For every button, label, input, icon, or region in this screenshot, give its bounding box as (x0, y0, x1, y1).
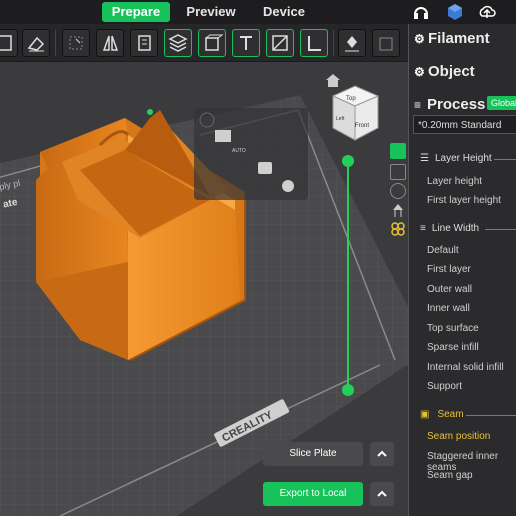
cube-icon[interactable] (198, 29, 226, 57)
export-to-local-button[interactable]: Export to Local (263, 482, 363, 506)
layer-icon[interactable] (164, 29, 192, 57)
line-width-icon: ≡ (420, 223, 426, 234)
arrange-icon[interactable] (96, 29, 124, 57)
setting-top-surface[interactable]: Top surface (427, 323, 479, 334)
strength-tab-icon[interactable] (390, 164, 406, 180)
setting-first-layer-height[interactable]: First layer height (427, 195, 501, 206)
layer-slider-bottom-handle[interactable] (342, 384, 354, 396)
svg-text:Left: Left (336, 116, 345, 122)
chevron-up-icon (377, 490, 387, 497)
slice-options-button[interactable] (370, 442, 394, 466)
view-cube[interactable]: Top Front Left (331, 85, 380, 141)
measure-icon[interactable] (300, 29, 328, 57)
group-seam: ▣ Seam (420, 409, 464, 420)
setting-inner-wall[interactable]: Inner wall (427, 303, 470, 314)
chevron-up-icon (377, 450, 387, 457)
seam-paint-icon[interactable] (372, 29, 400, 57)
tab-prepare[interactable]: Prepare (102, 2, 170, 22)
text-icon[interactable] (232, 29, 260, 57)
setting-first-layer[interactable]: First layer (427, 264, 471, 275)
layer-slider-top-handle[interactable] (342, 155, 354, 167)
tab-device[interactable]: Device (255, 2, 313, 22)
group-line-width: ≡ Line Width (420, 223, 480, 234)
setting-support[interactable]: Support (427, 381, 462, 392)
setting-outer-wall[interactable]: Outer wall (427, 284, 472, 295)
auto-orient-icon[interactable] (62, 29, 90, 57)
support-paint-icon[interactable] (338, 29, 366, 57)
process-preset-select[interactable]: *0.20mm Standard (413, 115, 516, 134)
seam-icon: ▣ (420, 409, 430, 420)
main-toolbar (0, 24, 410, 62)
tab-preview[interactable]: Preview (180, 2, 242, 22)
export-options-button[interactable] (370, 482, 394, 506)
setting-seam-position[interactable]: Seam position (427, 431, 490, 442)
cut-icon[interactable] (266, 29, 294, 57)
headset-icon[interactable] (412, 3, 430, 21)
split-icon[interactable] (130, 29, 158, 57)
quality-tab-icon[interactable] (390, 143, 406, 159)
top-bar: Prepare Preview Device (0, 0, 516, 24)
svg-text:AUTO: AUTO (232, 148, 246, 154)
setting-internal-solid-infill[interactable]: Internal solid infill (427, 362, 504, 373)
group-layer-height: ☰ Layer Height (420, 153, 492, 164)
object-icon: ⚙ (414, 65, 425, 79)
speed-tab-icon[interactable] (390, 183, 406, 199)
add-icon[interactable] (0, 29, 18, 57)
erase-icon[interactable] (22, 29, 50, 57)
upload-cloud-icon[interactable] (478, 3, 496, 21)
setting-sparse-infill[interactable]: Sparse infill (427, 342, 479, 353)
multimaterial-tab-icon[interactable] (390, 221, 406, 237)
model-store-icon[interactable] (446, 3, 464, 21)
slice-plate-button[interactable]: Slice Plate (263, 442, 363, 466)
setting-default[interactable]: Default (427, 245, 459, 256)
setting-layer-height[interactable]: Layer height (427, 176, 482, 187)
layer-slider-track[interactable] (347, 161, 349, 390)
global-toggle[interactable]: Global (487, 96, 516, 110)
process-icon: ≡ (414, 98, 422, 112)
filament-section[interactable]: ⚙ Filament (409, 25, 516, 53)
filament-icon: ⚙ (414, 32, 425, 46)
layers-icon: ☰ (420, 153, 429, 164)
setting-seam-gap[interactable]: Seam gap (427, 470, 473, 481)
object-section[interactable]: ⚙ Object (409, 58, 516, 86)
svg-text:Front: Front (355, 123, 369, 129)
support-tab-icon[interactable] (390, 202, 406, 218)
svg-text:Top: Top (346, 96, 356, 102)
canvas-mini-toolbar[interactable]: AUTO (194, 108, 308, 200)
